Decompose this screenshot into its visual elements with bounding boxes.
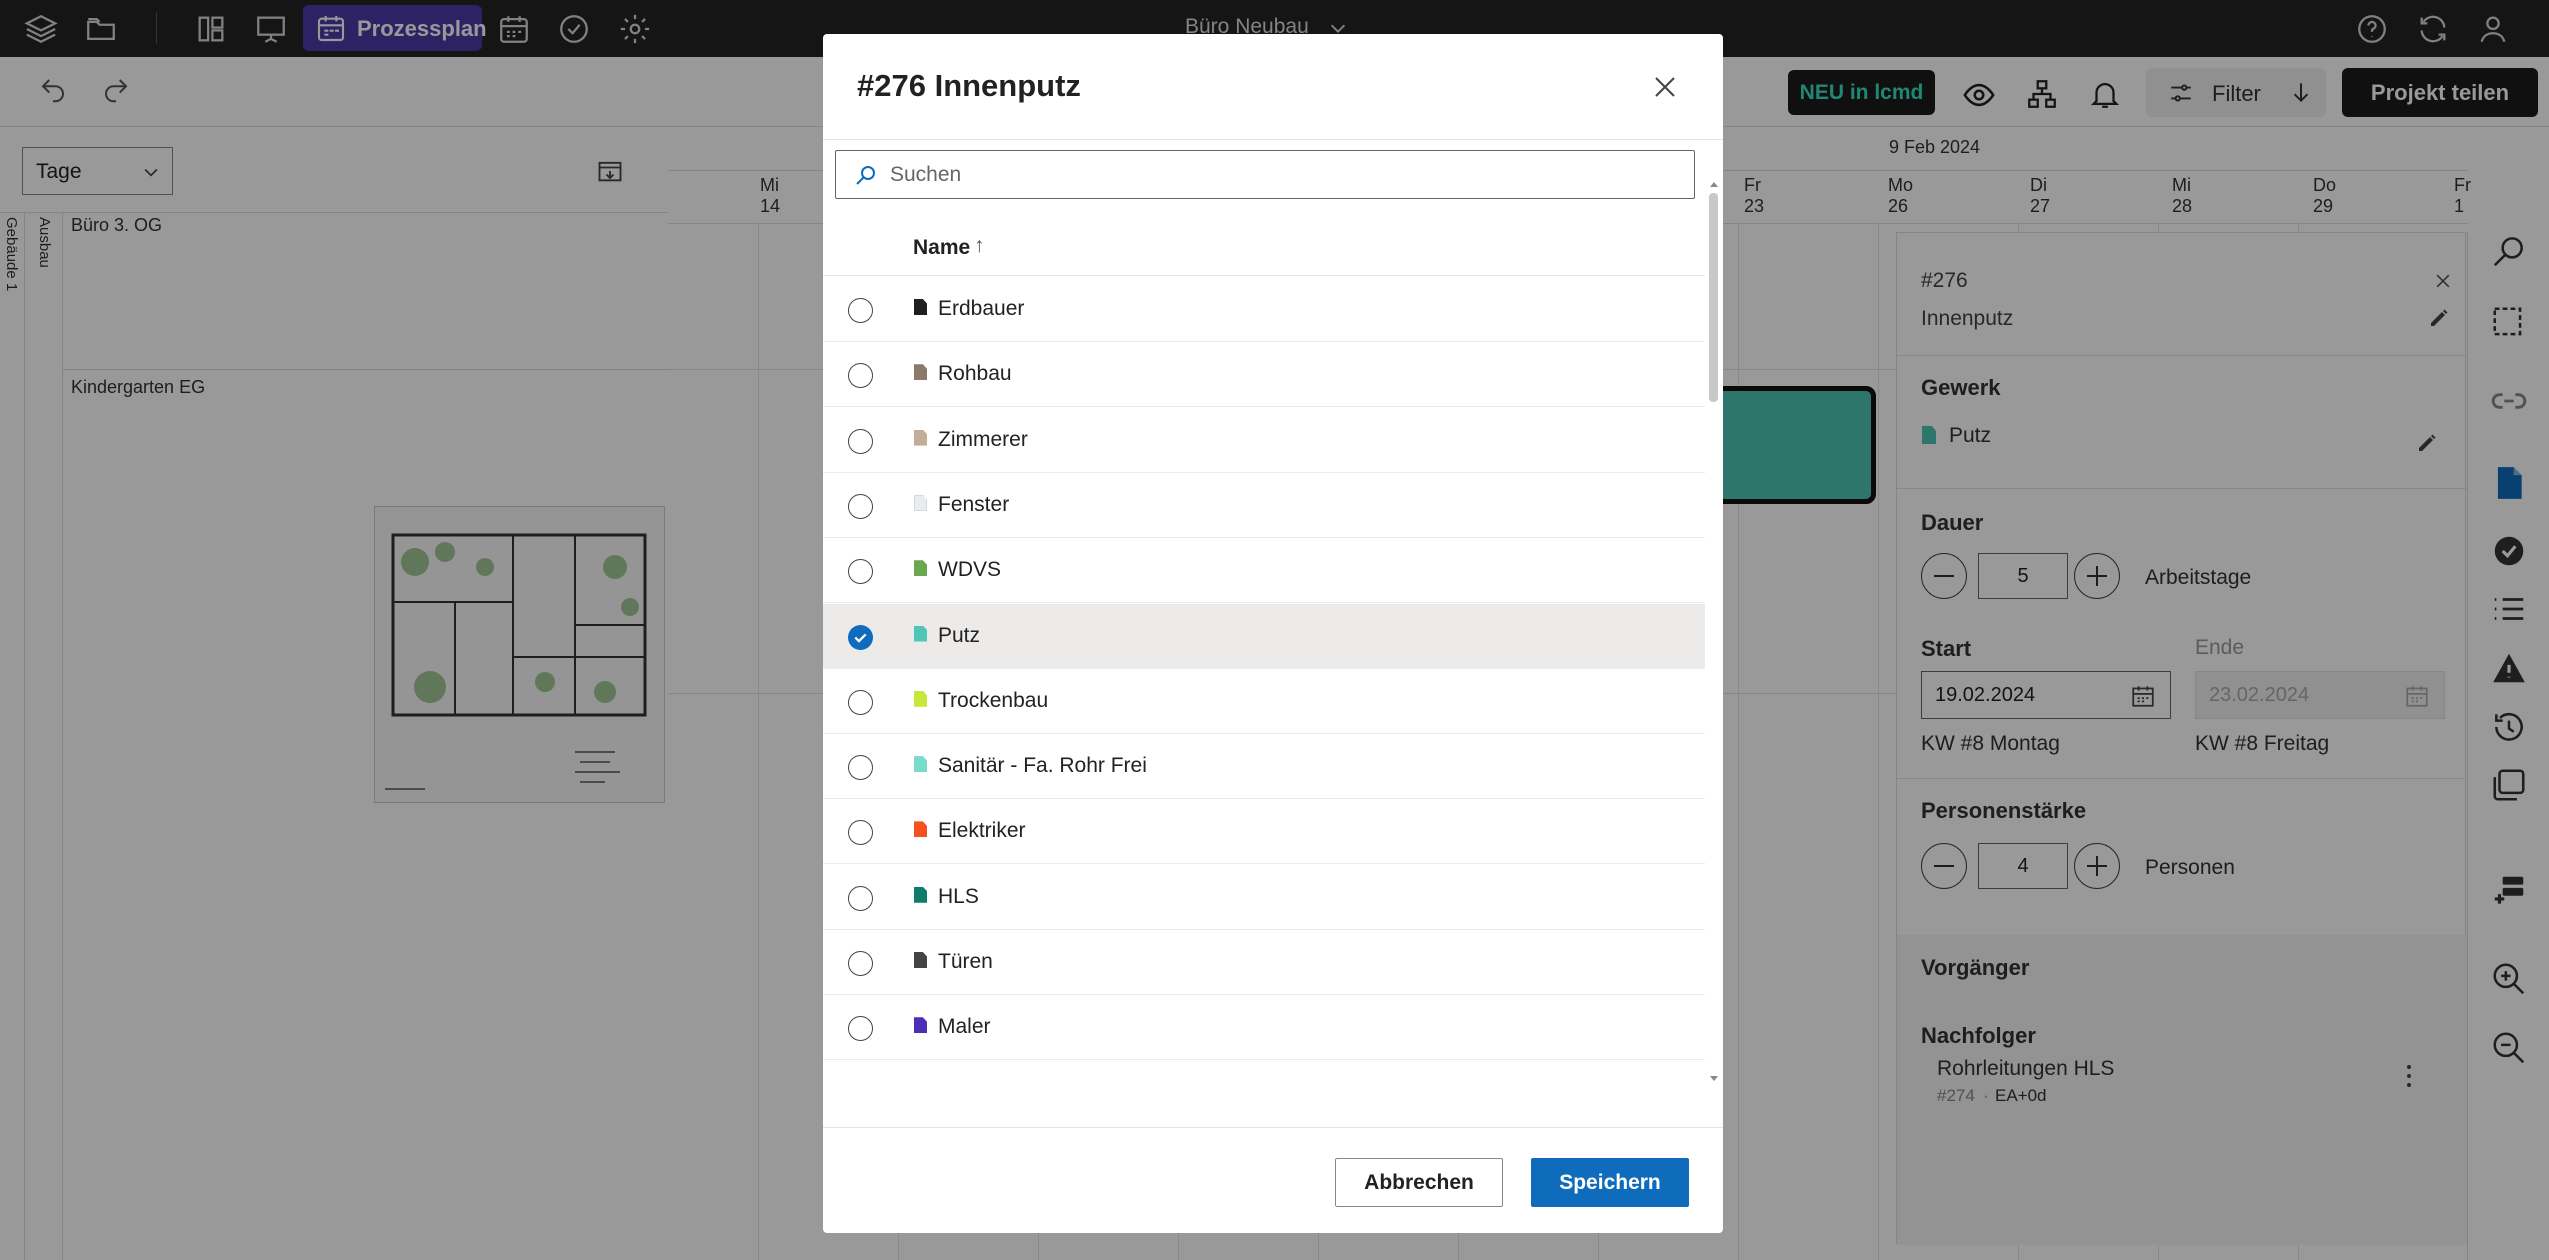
list-item-label: WDVS (938, 558, 1001, 582)
list-item[interactable]: Zimmerer (823, 408, 1705, 473)
list-item[interactable]: HLS (823, 865, 1705, 930)
list-item[interactable]: Erdbauer (823, 277, 1705, 342)
list-item-label: Elektriker (938, 819, 1026, 843)
file-color-icon (914, 690, 927, 707)
radio-unchecked[interactable] (848, 559, 873, 585)
list-item-label: Putz (938, 623, 981, 647)
list-item[interactable]: Trockenbau (823, 669, 1705, 734)
dialog-title: #276 Innenputz (857, 68, 1081, 103)
list-header: Name ↑ (823, 216, 1705, 276)
file-color-icon (914, 756, 927, 773)
list-item[interactable]: Sanitär - Fa. Rohr Frei (823, 734, 1705, 800)
list-item-label: Maler (938, 1015, 991, 1039)
file-color-icon (914, 560, 927, 577)
list-item[interactable]: WDVS (823, 538, 1705, 604)
close-icon[interactable] (1647, 69, 1683, 105)
radio-unchecked[interactable] (848, 820, 873, 846)
radio-unchecked[interactable] (848, 689, 873, 715)
list-item-label: Zimmerer (938, 427, 1028, 451)
list-item[interactable]: Maler (823, 995, 1705, 1061)
radio-unchecked[interactable] (848, 885, 873, 911)
list-item-label: Türen (938, 950, 993, 973)
name-column-header[interactable]: Name (913, 236, 970, 260)
list-item[interactable]: Rohbau (823, 342, 1705, 408)
list-item-label: Trockenbau (938, 688, 1049, 712)
search-icon (854, 163, 878, 187)
sort-ascending-icon[interactable]: ↑ (974, 234, 985, 258)
radio-unchecked[interactable] (848, 951, 873, 976)
file-color-icon (914, 364, 927, 381)
list-item[interactable]: Türen (823, 930, 1705, 995)
scrollbar[interactable] (1705, 179, 1723, 1089)
list-item-label: Sanitär - Fa. Rohr Frei (938, 754, 1147, 778)
radio-unchecked[interactable] (848, 493, 873, 519)
file-color-icon (914, 821, 927, 838)
radio-unchecked[interactable] (848, 755, 873, 781)
radio-unchecked[interactable] (848, 298, 873, 323)
file-color-icon (914, 886, 927, 903)
save-button[interactable]: Speichern (1531, 1158, 1689, 1207)
trade-select-dialog: #276 Innenputz Name ↑ Erdbauer Rohbau Zimm… (823, 34, 1723, 1233)
radio-unchecked[interactable] (848, 1016, 873, 1042)
file-color-icon (914, 494, 927, 511)
file-color-icon (914, 625, 927, 642)
file-color-icon (914, 952, 927, 968)
list-item[interactable]: Elektriker (823, 799, 1705, 865)
list-item-label: HLS (938, 884, 979, 908)
scroll-down-icon[interactable] (1705, 1074, 1723, 1084)
list-item-label: Erdbauer (938, 297, 1025, 320)
file-color-icon (914, 1017, 927, 1034)
search-input[interactable] (890, 159, 1670, 191)
scrollbar-thumb[interactable] (1709, 193, 1718, 402)
radio-unchecked[interactable] (848, 363, 873, 389)
file-color-icon (914, 299, 927, 315)
list-item[interactable]: Putz (823, 603, 1705, 669)
radio-checked[interactable] (848, 624, 873, 650)
list-item[interactable]: Fenster (823, 473, 1705, 538)
scroll-up-icon[interactable] (1705, 179, 1723, 189)
radio-unchecked[interactable] (848, 428, 873, 454)
cancel-button[interactable]: Abbrechen (1335, 1158, 1503, 1207)
list-item-label: Rohbau (938, 362, 1012, 386)
search-field[interactable] (835, 150, 1695, 199)
file-color-icon (914, 429, 927, 446)
list-item-label: Fenster (938, 492, 1010, 516)
